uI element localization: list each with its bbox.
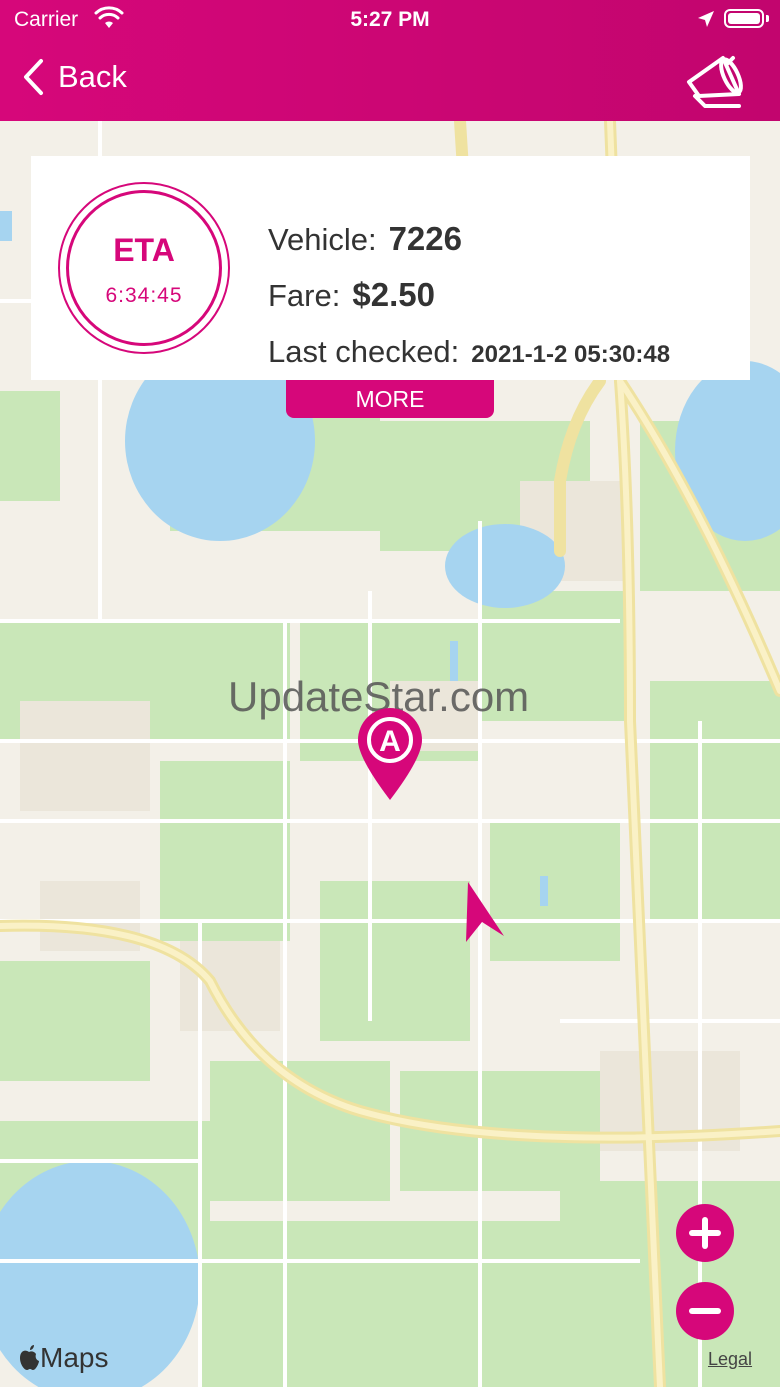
last-checked-row: Last checked: 2021-1-2 05:30:48 [268, 334, 670, 370]
vehicle-row: Vehicle: 7226 [268, 220, 462, 258]
megaphone-icon [687, 56, 743, 108]
fare-label: Fare: [268, 278, 341, 313]
apple-logo-icon [20, 1345, 39, 1370]
vehicle-label: Vehicle: [268, 222, 377, 257]
apple-maps-logo: Maps [18, 1342, 108, 1374]
stop-pin-a[interactable]: A [356, 706, 424, 807]
battery-tip [766, 15, 769, 22]
maps-brand-label: Maps [40, 1342, 109, 1373]
status-bar: Carrier 5:27 PM [0, 0, 780, 40]
status-time: 5:27 PM [350, 8, 430, 31]
back-button[interactable]: Back [22, 58, 127, 96]
eta-badge: ETA 6:34:45 [58, 182, 230, 354]
pin-label: A [379, 725, 401, 758]
back-chevron-icon [24, 59, 43, 95]
location-arrow-icon [696, 9, 716, 35]
fare-value: $2.50 [352, 276, 435, 313]
map-pin-icon: A [358, 708, 422, 800]
fare-row: Fare: $2.50 [268, 276, 435, 314]
eta-label: ETA [113, 232, 175, 268]
megaphone-button[interactable] [683, 54, 745, 115]
vehicle-value: 7226 [388, 220, 462, 257]
more-button[interactable]: MORE [286, 380, 494, 418]
last-checked-label: Last checked: [268, 334, 460, 369]
zoom-in-button[interactable] [676, 1204, 734, 1262]
zoom-out-button[interactable] [676, 1282, 734, 1340]
last-checked-value: 2021-1-2 05:30:48 [471, 341, 671, 368]
user-location-arrow-icon [460, 880, 506, 949]
top-bar: Carrier 5:27 PM Back [0, 0, 780, 121]
eta-time: 6:34:45 [105, 284, 183, 307]
battery-icon [724, 9, 764, 28]
back-label: Back [58, 59, 127, 94]
legal-link[interactable]: Legal [708, 1349, 752, 1370]
